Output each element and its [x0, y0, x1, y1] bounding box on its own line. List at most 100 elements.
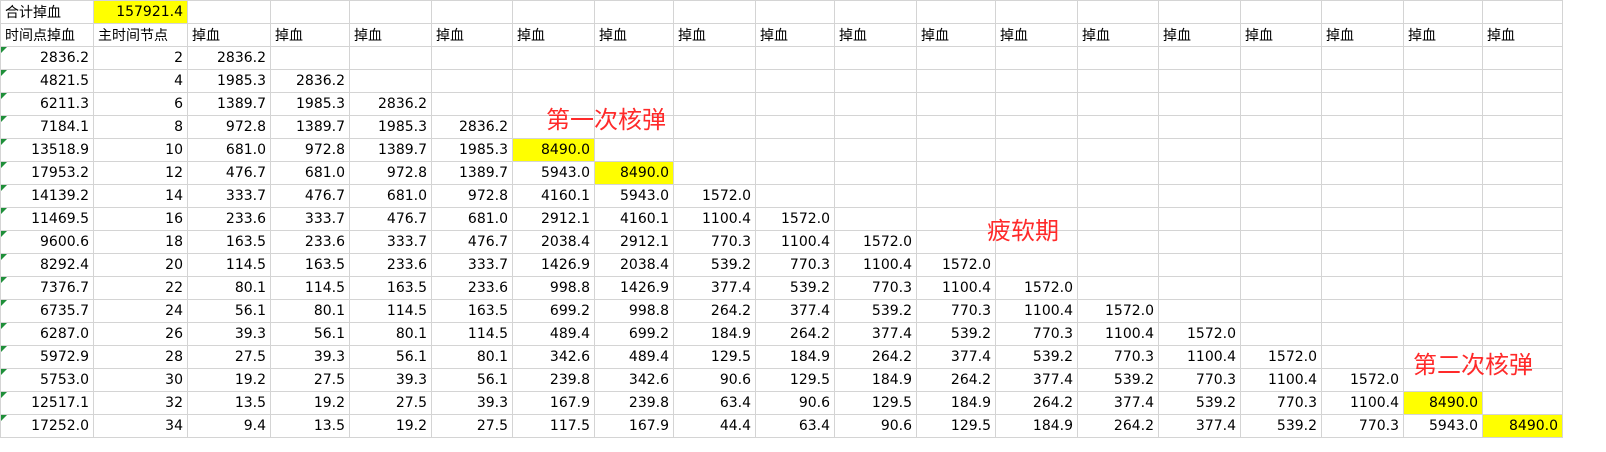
header-cell[interactable]: 掉血	[995, 23, 1078, 47]
empty-cell[interactable]	[1403, 207, 1483, 231]
damage-cell[interactable]: 2912.1	[512, 207, 595, 231]
damage-cell[interactable]: 539.2	[1240, 414, 1322, 438]
damage-cell[interactable]: 770.3	[834, 276, 917, 300]
time-node-cell[interactable]: 26	[93, 322, 188, 346]
damage-cell[interactable]: 770.3	[1240, 391, 1322, 415]
empty-cell[interactable]	[1158, 299, 1241, 323]
empty-cell[interactable]	[755, 0, 835, 24]
empty-cell[interactable]	[594, 0, 674, 24]
damage-cell[interactable]: 2836.2	[349, 92, 432, 116]
damage-cell[interactable]: 681.0	[270, 161, 350, 185]
empty-cell[interactable]	[1158, 276, 1241, 300]
damage-cell[interactable]: 699.2	[512, 299, 595, 323]
damage-cell[interactable]: 233.6	[349, 253, 432, 277]
damage-cell[interactable]: 2038.4	[512, 230, 595, 254]
empty-cell[interactable]	[673, 69, 756, 93]
empty-cell[interactable]	[431, 92, 513, 116]
damage-cell[interactable]: 239.8	[512, 368, 595, 392]
header-cell[interactable]: 掉血	[431, 23, 513, 47]
damage-cell[interactable]: 4160.1	[512, 184, 595, 208]
damage-cell[interactable]: 114.5	[431, 322, 513, 346]
empty-cell[interactable]	[995, 138, 1078, 162]
empty-cell[interactable]	[1158, 69, 1241, 93]
damage-cell[interactable]: 129.5	[916, 414, 996, 438]
damage-cell[interactable]: 377.4	[1158, 414, 1241, 438]
empty-cell[interactable]	[594, 138, 674, 162]
empty-cell[interactable]	[1403, 253, 1483, 277]
empty-cell[interactable]	[1077, 0, 1159, 24]
damage-cell[interactable]: 1572.0	[755, 207, 835, 231]
damage-cell[interactable]: 90.6	[673, 368, 756, 392]
damage-cell[interactable]: 264.2	[1077, 414, 1159, 438]
damage-cell[interactable]: 770.3	[755, 253, 835, 277]
time-point-damage-cell[interactable]: 13518.9	[0, 138, 94, 162]
time-node-cell[interactable]: 12	[93, 161, 188, 185]
time-node-cell[interactable]: 28	[93, 345, 188, 369]
empty-cell[interactable]	[1158, 138, 1241, 162]
empty-cell[interactable]	[1321, 230, 1404, 254]
empty-cell[interactable]	[673, 161, 756, 185]
empty-cell[interactable]	[1321, 69, 1404, 93]
damage-cell[interactable]: 56.1	[270, 322, 350, 346]
damage-cell[interactable]: 539.2	[995, 345, 1078, 369]
damage-cell[interactable]: 476.7	[349, 207, 432, 231]
empty-cell[interactable]	[755, 184, 835, 208]
damage-cell[interactable]: 539.2	[834, 299, 917, 323]
damage-cell[interactable]: 163.5	[349, 276, 432, 300]
header-cell[interactable]: 掉血	[349, 23, 432, 47]
damage-cell[interactable]: 1572.0	[834, 230, 917, 254]
header-cell[interactable]: 掉血	[187, 23, 271, 47]
damage-cell[interactable]: 539.2	[916, 322, 996, 346]
damage-cell[interactable]: 56.1	[431, 368, 513, 392]
empty-cell[interactable]	[995, 161, 1078, 185]
damage-cell[interactable]: 1985.3	[187, 69, 271, 93]
damage-cell[interactable]: 184.9	[995, 414, 1078, 438]
empty-cell[interactable]	[1482, 253, 1563, 277]
empty-cell[interactable]	[1321, 345, 1404, 369]
empty-cell[interactable]	[916, 46, 996, 70]
empty-cell[interactable]	[1240, 69, 1322, 93]
damage-cell[interactable]: 1985.3	[431, 138, 513, 162]
empty-cell[interactable]	[1403, 276, 1483, 300]
damage-cell[interactable]: 44.4	[673, 414, 756, 438]
empty-cell[interactable]	[1482, 184, 1563, 208]
empty-cell[interactable]	[1403, 299, 1483, 323]
damage-cell[interactable]: 114.5	[270, 276, 350, 300]
empty-cell[interactable]	[916, 207, 996, 231]
damage-cell[interactable]: 4160.1	[594, 207, 674, 231]
damage-cell[interactable]: 129.5	[755, 368, 835, 392]
damage-cell[interactable]: 2912.1	[594, 230, 674, 254]
damage-cell[interactable]: 972.8	[270, 138, 350, 162]
empty-cell[interactable]	[1158, 46, 1241, 70]
empty-cell[interactable]	[834, 207, 917, 231]
empty-cell[interactable]	[995, 0, 1078, 24]
empty-cell[interactable]	[1482, 92, 1563, 116]
damage-cell[interactable]: 681.0	[187, 138, 271, 162]
time-node-cell[interactable]: 4	[93, 69, 188, 93]
empty-cell[interactable]	[1321, 0, 1404, 24]
empty-cell[interactable]	[1240, 276, 1322, 300]
empty-cell[interactable]	[1321, 276, 1404, 300]
time-point-damage-cell[interactable]: 8292.4	[0, 253, 94, 277]
empty-cell[interactable]	[1240, 253, 1322, 277]
damage-cell[interactable]: 117.5	[512, 414, 595, 438]
time-node-cell[interactable]: 16	[93, 207, 188, 231]
damage-cell[interactable]: 19.2	[187, 368, 271, 392]
damage-cell[interactable]: 342.6	[594, 368, 674, 392]
time-node-cell[interactable]: 10	[93, 138, 188, 162]
header-cell[interactable]: 掉血	[673, 23, 756, 47]
empty-cell[interactable]	[1077, 115, 1159, 139]
time-node-cell[interactable]: 8	[93, 115, 188, 139]
damage-cell[interactable]: 63.4	[755, 414, 835, 438]
damage-cell[interactable]: 998.8	[512, 276, 595, 300]
damage-cell[interactable]: 39.3	[349, 368, 432, 392]
damage-cell[interactable]: 377.4	[755, 299, 835, 323]
damage-cell[interactable]: 1389.7	[270, 115, 350, 139]
damage-cell[interactable]: 681.0	[431, 207, 513, 231]
empty-cell[interactable]	[1240, 161, 1322, 185]
empty-cell[interactable]	[1240, 299, 1322, 323]
time-point-damage-cell[interactable]: 7184.1	[0, 115, 94, 139]
damage-cell[interactable]: 129.5	[673, 345, 756, 369]
time-node-cell[interactable]: 14	[93, 184, 188, 208]
empty-cell[interactable]	[755, 161, 835, 185]
